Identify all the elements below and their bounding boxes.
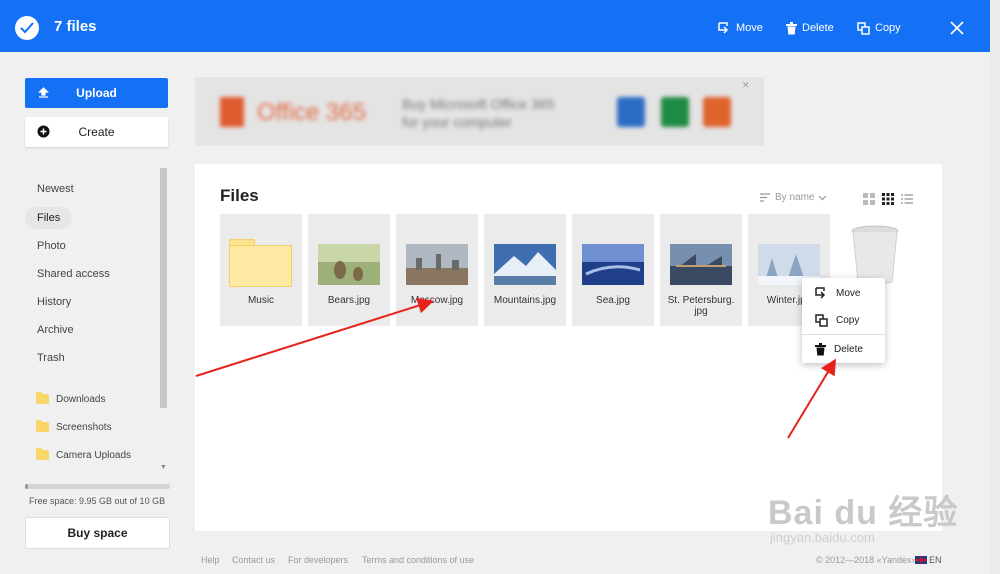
free-space-text: Free space: 9.95 GB out of 10 GB (29, 496, 166, 506)
sidebar-folder-camera-uploads[interactable]: Camera Uploads (36, 447, 131, 463)
upload-button[interactable]: Upload (25, 78, 168, 108)
file-name: Sea.jpg (596, 295, 630, 306)
trash-icon (815, 342, 826, 355)
sidebar-item-photo[interactable]: Photo (25, 235, 78, 257)
trash-bin-icon[interactable] (850, 224, 900, 286)
office-logo-icon (220, 97, 244, 127)
folder-icon (229, 239, 292, 287)
sort-dropdown[interactable]: By name (760, 192, 827, 203)
copy-icon (857, 21, 870, 35)
sidebar-item-trash[interactable]: Trash (25, 347, 77, 369)
excel-app-icon (661, 97, 689, 127)
ad-banner[interactable]: Office 365 Buy Microsoft Office 365 for … (195, 77, 764, 146)
context-divider (802, 334, 885, 335)
delete-label: Delete (802, 22, 834, 34)
file-tile-st-petersburg[interactable]: St. Petersburg. jpg (660, 214, 742, 326)
copy-icon (815, 313, 828, 327)
trash-icon (786, 21, 797, 34)
image-thumbnail (406, 244, 468, 285)
context-move-item[interactable]: Move (802, 281, 885, 305)
context-move-label: Move (836, 287, 861, 299)
large-tiles-view-icon[interactable] (863, 193, 875, 205)
folder-icon (36, 448, 49, 460)
file-name: Mountains.jpg (493, 295, 557, 306)
move-button[interactable]: Move (718, 20, 763, 36)
sidebar-item-newest[interactable]: Newest (25, 178, 86, 200)
copy-button[interactable]: Copy (857, 20, 901, 36)
selection-toolbar: 7 files Move Delete Copy (0, 0, 990, 52)
ad-copy-line-2: for your computer (402, 114, 512, 130)
file-name: Bears.jpg (327, 295, 371, 306)
context-copy-label: Copy (836, 314, 860, 326)
file-tile-moscow[interactable]: Moscow.jpg (396, 214, 478, 326)
watermark-url: jingyan.baidu.com (770, 530, 875, 545)
file-name: St. Petersburg. jpg (667, 295, 735, 317)
create-button[interactable]: Create (25, 117, 168, 147)
language-switcher[interactable]: EN (915, 555, 942, 565)
sidebar-folder-screenshots[interactable]: Screenshots (36, 419, 112, 435)
sidebar-item-history[interactable]: History (25, 291, 83, 313)
context-menu: Move Copy Delete (802, 278, 885, 363)
small-tiles-view-icon[interactable] (882, 193, 894, 205)
file-name: Moscow.jpg (410, 295, 464, 306)
file-name: Music (247, 295, 275, 306)
sort-label: By name (775, 192, 815, 203)
move-label: Move (736, 22, 763, 34)
image-thumbnail (318, 244, 380, 285)
chevron-down-icon (819, 195, 827, 200)
file-tile-mountains[interactable]: Mountains.jpg (484, 214, 566, 326)
page-title: Files (220, 186, 259, 205)
storage-usage-bar (25, 484, 170, 489)
context-delete-item[interactable]: Delete (802, 337, 885, 361)
scroll-down-icon[interactable]: ▼ (160, 464, 167, 471)
powerpoint-app-icon (703, 97, 731, 127)
context-copy-item[interactable]: Copy (802, 308, 885, 332)
upload-label: Upload (76, 86, 117, 100)
uk-flag-icon (915, 556, 927, 564)
image-thumbnail (582, 244, 644, 285)
language-label: EN (929, 555, 942, 565)
copyright-text: © 2012—2018 «Yandex» (816, 555, 917, 565)
image-thumbnail (494, 244, 556, 285)
watermark-text: Bai du 经验 (768, 494, 959, 532)
move-icon (718, 22, 729, 34)
ad-brand: Office 365 (257, 99, 366, 126)
scrollbar-thumb[interactable] (160, 168, 167, 408)
storage-usage-fill (25, 484, 28, 489)
window-edge (990, 0, 1000, 574)
buy-space-button[interactable]: Buy space (25, 517, 170, 549)
image-thumbnail (670, 244, 732, 285)
create-label: Create (78, 125, 115, 139)
sidebar-item-archive[interactable]: Archive (25, 319, 86, 341)
list-view-icon[interactable] (901, 193, 913, 205)
copy-label: Copy (875, 22, 901, 34)
sidebar-folder-downloads[interactable]: Downloads (36, 391, 105, 407)
folder-label: Camera Uploads (56, 449, 132, 461)
checkmark-icon[interactable] (15, 16, 39, 40)
sidebar-item-files[interactable]: Files (25, 207, 73, 229)
folder-label: Downloads (56, 393, 106, 405)
sort-icon (760, 193, 770, 202)
delete-button[interactable]: Delete (786, 20, 834, 36)
folder-label: Screenshots (56, 421, 112, 433)
folder-icon (36, 420, 49, 432)
file-tile-music[interactable]: Music (220, 214, 302, 326)
close-icon[interactable] (949, 20, 965, 36)
sidebar-item-shared-access[interactable]: Shared access (25, 263, 122, 285)
folder-icon (36, 392, 49, 404)
file-tile-sea[interactable]: Sea.jpg (572, 214, 654, 326)
selected-count: 7 files (54, 18, 97, 35)
file-tile-bears[interactable]: Bears.jpg (308, 214, 390, 326)
ad-copy-line-1: Buy Microsoft Office 365 (402, 96, 555, 112)
footer-link-help[interactable]: Help (201, 555, 220, 565)
sidebar-scrollbar[interactable]: ▼ (159, 168, 167, 472)
ad-close-icon[interactable]: ✕ (742, 80, 750, 91)
footer-link-terms[interactable]: Terms and conditions of use (362, 555, 474, 565)
move-icon (815, 287, 826, 299)
ad-copy: Buy Microsoft Office 365 for your comput… (402, 95, 582, 131)
word-app-icon (617, 97, 645, 127)
footer-link-developers[interactable]: For developers (288, 555, 348, 565)
context-delete-label: Delete (834, 343, 863, 355)
footer-link-contact[interactable]: Contact us (232, 555, 275, 565)
